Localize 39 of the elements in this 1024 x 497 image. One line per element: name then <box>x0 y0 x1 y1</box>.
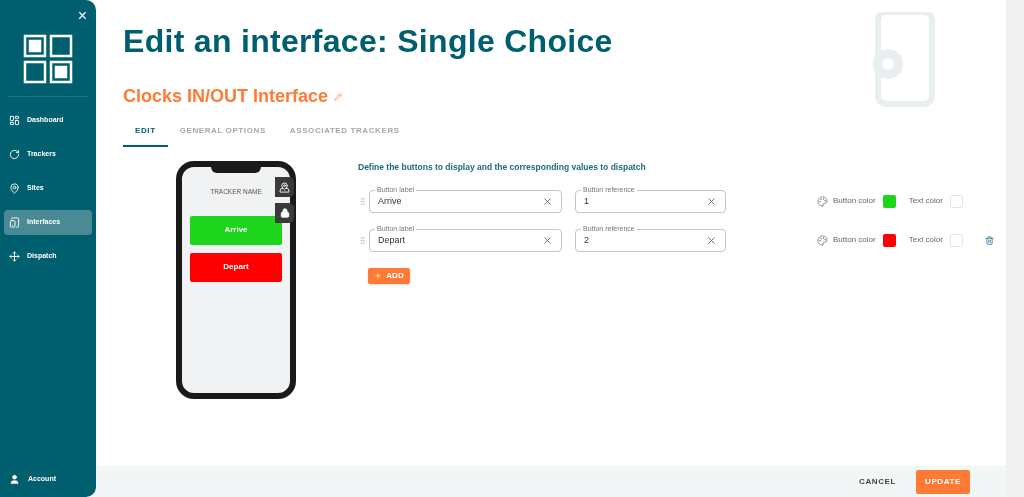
person-icon <box>9 474 20 485</box>
clear-icon[interactable] <box>542 234 553 246</box>
lock-button[interactable] <box>275 203 294 223</box>
palette-icon <box>817 234 828 246</box>
lock-icon <box>279 208 290 218</box>
rotate-icon <box>9 149 20 160</box>
button-color-label: Button color <box>833 195 876 208</box>
cancel-button[interactable]: CANCEL <box>859 475 896 488</box>
field-value: Depart <box>378 233 406 247</box>
plus-icon <box>374 271 383 280</box>
page-title: Edit an interface: Single Choice <box>123 22 614 60</box>
clear-icon[interactable] <box>706 195 717 207</box>
map-pin-icon <box>279 181 290 193</box>
clear-icon[interactable] <box>706 234 717 246</box>
field-value: 2 <box>584 233 590 247</box>
logo-icon <box>23 34 73 84</box>
button-color-swatch[interactable] <box>882 233 896 247</box>
text-color-swatch[interactable] <box>949 233 963 247</box>
palette-icon <box>817 195 828 207</box>
instructions: Define the buttons to display and the corresponding values to dispatch <box>358 161 647 174</box>
field-value: 1 <box>584 194 590 208</box>
button-color-label: Button color <box>833 234 876 247</box>
field-value: Arrive <box>378 194 403 208</box>
clear-icon[interactable] <box>542 195 553 207</box>
move-arrows-icon <box>9 251 20 262</box>
close-button[interactable]: × <box>77 8 87 24</box>
text-color-swatch[interactable] <box>949 194 963 208</box>
phone-icon <box>9 217 20 228</box>
delete-icon[interactable] <box>984 235 994 245</box>
text-color-label: Text color <box>908 234 943 247</box>
interface-name: Clocks IN/OUT Interface <box>123 85 329 108</box>
tab[interactable]: EDIT <box>123 121 168 147</box>
map-pin-icon <box>9 183 20 194</box>
button-color-swatch[interactable] <box>882 194 896 208</box>
pin-button[interactable] <box>275 177 294 197</box>
drag-handle-icon[interactable] <box>358 196 367 206</box>
dashboard-icon <box>9 115 20 126</box>
text-color-label: Text color <box>908 195 943 208</box>
drag-handle-icon[interactable] <box>358 235 367 245</box>
